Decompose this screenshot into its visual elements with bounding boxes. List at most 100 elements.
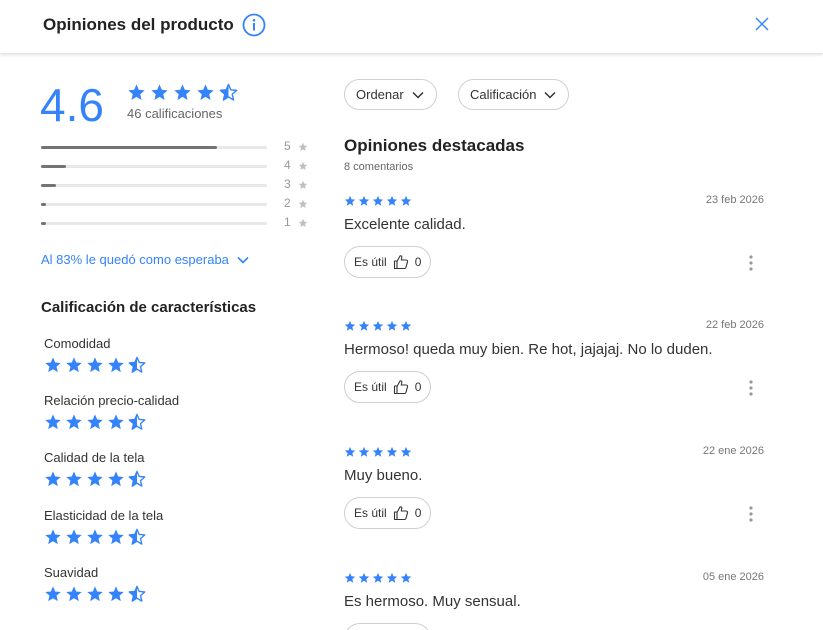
chevron-down-icon xyxy=(237,256,249,264)
review-stars xyxy=(344,195,764,207)
distribution-track xyxy=(41,222,267,225)
feature-rating: Relación precio-calidad xyxy=(44,393,179,431)
useful-button[interactable]: Es útil0 xyxy=(344,497,432,529)
useful-button[interactable]: Es útil 0 xyxy=(344,246,432,278)
star-full-icon xyxy=(344,195,356,206)
star-full-icon xyxy=(45,414,61,430)
useful-button[interactable]: Es útil0 xyxy=(344,623,432,630)
star-full-icon xyxy=(344,572,356,583)
sort-dropdown[interactable]: Ordenar xyxy=(344,79,437,110)
star-half-icon xyxy=(128,528,146,545)
star-full-icon xyxy=(108,529,124,545)
feature-label: Suavidad xyxy=(44,565,99,580)
expectation-link[interactable]: Al 83% le quedó como esperaba xyxy=(41,252,249,267)
review-text: Es hermoso. Muy sensual. xyxy=(344,593,521,610)
review-date: 23 feb 2026 xyxy=(705,194,764,206)
star-full-icon xyxy=(400,195,412,206)
star-full-icon xyxy=(66,357,82,373)
star-full-icon xyxy=(358,446,370,457)
star-icon xyxy=(298,161,308,170)
star-icon xyxy=(298,199,308,208)
feature-stars xyxy=(44,356,146,374)
star-full-icon xyxy=(87,586,103,602)
star-full-icon xyxy=(358,572,370,583)
star-full-icon xyxy=(358,320,370,331)
star-full-icon xyxy=(386,572,398,583)
distribution-fill xyxy=(41,222,46,225)
star-full-icon xyxy=(45,357,61,373)
distribution-track xyxy=(41,146,267,149)
star-full-icon xyxy=(400,446,412,457)
star-full-icon xyxy=(386,446,398,457)
close-icon[interactable] xyxy=(754,16,770,32)
feature-rating: Comodidad xyxy=(44,336,146,374)
more-options-icon[interactable] xyxy=(748,254,754,272)
star-full-icon xyxy=(108,586,124,602)
useful-label: Es útil xyxy=(354,255,387,269)
distribution-row: 5 xyxy=(41,139,311,158)
star-full-icon xyxy=(128,84,145,101)
star-full-icon xyxy=(108,414,124,430)
star-icon xyxy=(298,218,308,227)
star-full-icon xyxy=(66,529,82,545)
feature-rating: Elasticidad de la tela xyxy=(44,508,163,546)
star-full-icon xyxy=(45,586,61,602)
feature-label: Comodidad xyxy=(44,336,111,351)
sort-label: Ordenar xyxy=(356,87,404,102)
star-full-icon xyxy=(66,414,82,430)
more-options-icon[interactable] xyxy=(748,379,754,397)
modal-title: Opiniones del producto xyxy=(43,15,234,34)
star-half-icon xyxy=(128,413,146,430)
distribution-row: 4 xyxy=(41,158,311,177)
distribution-row: 2 xyxy=(41,196,311,215)
reviews-count: 8 comentarios xyxy=(344,161,414,173)
distribution-label: 4 xyxy=(284,158,291,172)
more-options-icon[interactable] xyxy=(748,505,754,523)
star-full-icon xyxy=(344,320,356,331)
useful-count: 0 xyxy=(414,255,422,269)
star-full-icon xyxy=(108,471,124,487)
useful-count: 0 xyxy=(414,380,422,394)
distribution-label: 5 xyxy=(284,139,291,153)
rating-filter-label: Calificación xyxy=(470,87,537,102)
star-full-icon xyxy=(400,320,412,331)
info-icon[interactable] xyxy=(242,13,266,37)
review-stars xyxy=(344,572,764,584)
star-full-icon xyxy=(197,84,214,101)
average-stars xyxy=(127,83,238,102)
star-full-icon xyxy=(344,446,356,457)
star-icon xyxy=(298,180,308,189)
star-full-icon xyxy=(66,471,82,487)
star-full-icon xyxy=(45,471,61,487)
feature-stars xyxy=(44,528,163,546)
review-item: 22 ene 2026 Muy bueno. Es útil 0 xyxy=(344,445,764,529)
star-full-icon xyxy=(87,529,103,545)
rating-filter-dropdown[interactable]: Calificación xyxy=(458,79,570,110)
distribution-label: 1 xyxy=(284,215,291,229)
star-full-icon xyxy=(400,572,412,583)
star-full-icon xyxy=(45,529,61,545)
reviews-title: Opiniones destacadas xyxy=(344,136,525,155)
star-full-icon xyxy=(372,446,384,457)
feature-label: Relación precio-calidad xyxy=(44,393,180,408)
star-full-icon xyxy=(108,357,124,373)
star-full-icon xyxy=(358,195,370,206)
distribution-track xyxy=(41,184,267,187)
distribution-label: 2 xyxy=(284,196,291,210)
star-full-icon xyxy=(87,471,103,487)
distribution-row: 1 xyxy=(41,215,311,234)
useful-button[interactable]: Es útil 0 xyxy=(344,371,432,403)
useful-count: 0 xyxy=(414,506,422,520)
star-half-icon xyxy=(128,356,146,373)
star-icon xyxy=(298,142,308,151)
review-date: 05 ene 2026 xyxy=(702,571,764,583)
features-title: Calificación de características xyxy=(41,299,257,316)
useful-label: Es útil xyxy=(354,380,387,394)
review-date: 22 feb 2026 xyxy=(705,319,764,331)
distribution-fill xyxy=(41,146,218,149)
feature-rating: Suavidad xyxy=(44,565,146,603)
star-full-icon xyxy=(372,195,384,206)
review-item: 05 ene 2026 Es hermoso. Muy sensual. Es út… xyxy=(344,571,764,630)
chevron-down-icon xyxy=(544,91,557,99)
expectation-text: Al 83% le quedó como esperaba xyxy=(41,252,229,267)
